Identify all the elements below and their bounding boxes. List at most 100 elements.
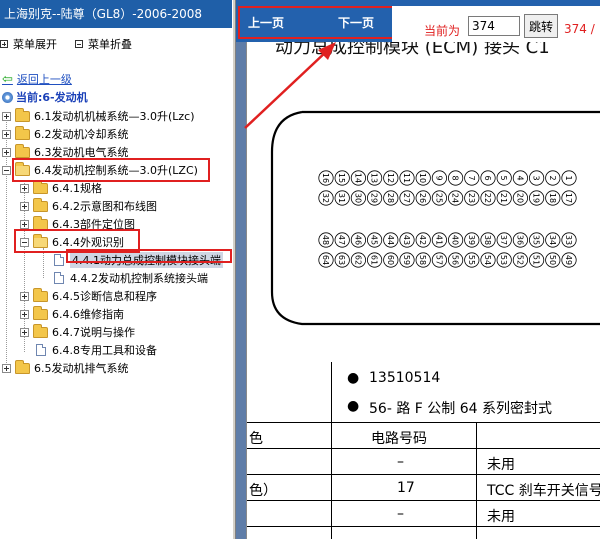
connector-description: 56- 路 F 公制 64 系列密封式 [369, 401, 552, 417]
expand-node-icon[interactable] [2, 111, 11, 121]
tree-item-4-4-2[interactable]: 4.4.2发动机控制系统接头端 [54, 269, 208, 287]
tree-item-label: 6.4.7说明与操作 [52, 326, 135, 339]
connector-pin-label: 38 [483, 235, 492, 245]
folder-icon [15, 359, 30, 374]
connector-pin-label: 47 [337, 235, 346, 245]
connector-pin-label: 52 [515, 255, 524, 265]
page-jump-panel: 当前为 跳转 374 / [392, 6, 600, 42]
page-toolbar: 上一页 下一页 当前为 跳转 374 / [236, 0, 600, 42]
connector-pin-label: 55 [467, 255, 476, 265]
expand-node-icon[interactable] [20, 309, 29, 319]
table-hline [247, 474, 600, 475]
connector-outline [270, 110, 600, 326]
tree-item-label: 6.4.1规格 [52, 182, 102, 195]
connector-pin-label: 43 [402, 235, 411, 245]
next-page-button[interactable]: 下一页 [338, 14, 374, 31]
connector-pin-label: 26 [418, 193, 427, 203]
folder-icon [33, 215, 48, 230]
header-circuit: 电路号码 [371, 431, 427, 447]
connector-pin-label: 41 [434, 235, 443, 245]
connector-pin-label: 36 [515, 235, 524, 245]
expand-node-icon[interactable] [20, 327, 29, 337]
document-page: 动力总成控制模块 (ECM) 接头 C1 16 15 14 13 12 11 10 9 8 7 6 5… [246, 42, 600, 539]
connector-pin-label: 56 [451, 255, 460, 265]
document-icon [54, 254, 64, 266]
tree-item-6-4-5[interactable]: 6.4.5诊断信息和程序 [20, 287, 157, 305]
current-location-label: 当前:6-发动机 [16, 91, 88, 104]
tree-item-6-5[interactable]: 6.5发动机排气系统 [2, 359, 129, 377]
connector-pin-label: 3 [532, 175, 541, 180]
connector-pin-label: 37 [499, 235, 508, 245]
header-color: 色 [249, 431, 263, 447]
tree-item-label: 6.5发动机排气系统 [34, 362, 129, 375]
folder-icon [15, 143, 30, 158]
tree-item-label: 4.4.2发动机控制系统接头端 [70, 272, 208, 285]
connector-pin-label: 4 [515, 175, 524, 180]
folder-icon [33, 287, 48, 302]
expand-node-icon[interactable] [20, 291, 29, 301]
connector-pin-label: 58 [418, 255, 427, 265]
tree-item-6-2[interactable]: 6.2发动机冷却系统 [2, 125, 129, 143]
current-page-label: 当前为 [424, 24, 461, 38]
table-vline [476, 422, 477, 539]
expand-menu-button[interactable]: 菜单展开 [0, 36, 57, 52]
page-number-input[interactable] [468, 16, 520, 36]
back-link-label: 返回上一级 [16, 73, 72, 86]
folder-icon [33, 179, 48, 194]
expand-node-icon[interactable] [2, 147, 11, 157]
pin-group: 16 15 14 13 12 11 10 9 8 7 6 5 4 3 2 132 31 30 29 28 27 26 25 2… [318, 170, 577, 268]
expand-node-icon[interactable] [20, 183, 29, 193]
part-number: 13510514 [369, 370, 441, 386]
connector-pin-label: 57 [434, 255, 443, 265]
highlight-box-6-4 [12, 158, 210, 182]
connector-pin-label: 64 [321, 255, 330, 265]
table-vline [331, 362, 332, 539]
connector-diagram: 16 15 14 13 12 11 10 9 8 7 6 5 4 3 2 132 31 30 29 28 27 26 25 2… [270, 110, 600, 326]
connector-pin-label: 22 [483, 193, 492, 203]
tree-item-label: 6.4.2示意图和布线图 [52, 200, 157, 213]
tree-item-6-1[interactable]: 6.1发动机机械系统—3.0升(Lzc) [2, 107, 195, 125]
back-arrow-icon: ⇦ [2, 71, 13, 87]
connector-pin-label: 6 [483, 175, 492, 180]
document-icon [54, 272, 64, 284]
table-hline [247, 500, 600, 501]
expand-node-icon[interactable] [2, 129, 11, 139]
disc-icon [2, 91, 13, 103]
connector-pin-label: 62 [353, 255, 362, 265]
expand-node-icon[interactable] [20, 219, 29, 229]
bullet-dot: ● [347, 370, 360, 386]
connector-pin-label: 10 [418, 173, 427, 183]
tree-item-6-4-6[interactable]: 6.4.6维修指南 [20, 305, 124, 323]
connector-pin-label: 50 [548, 255, 557, 265]
document-icon [36, 344, 46, 356]
prev-page-button[interactable]: 上一页 [248, 14, 284, 31]
connector-pin-label: 14 [353, 173, 362, 183]
connector-pin-label: 21 [499, 193, 508, 203]
current-location: 当前:6-发动机 [2, 89, 88, 105]
collapse-menu-button[interactable]: 菜单折叠 [75, 36, 132, 52]
folder-icon [33, 323, 48, 338]
connector-pin-label: 61 [370, 255, 379, 265]
table-hline [247, 526, 600, 527]
connector-pin-label: 51 [532, 255, 541, 265]
folder-icon [15, 125, 30, 140]
connector-pin-label: 18 [548, 193, 557, 203]
expand-node-icon[interactable] [20, 201, 29, 211]
collapse-node-icon[interactable] [2, 165, 11, 175]
tree-item-6-4-7[interactable]: 6.4.7说明与操作 [20, 323, 135, 341]
connector-pin-label: 25 [434, 193, 443, 203]
connector-pin-label: 42 [418, 235, 427, 245]
bullet-dot: ● [347, 398, 360, 414]
tree-item-6-4-8[interactable]: 6.4.8专用工具和设备 [36, 341, 157, 359]
connector-pin-label: 30 [353, 193, 362, 203]
connector-pin-label: 1 [564, 175, 573, 180]
back-link[interactable]: ⇦ 返回上一级 [2, 71, 72, 87]
connector-pin-label: 31 [337, 193, 346, 203]
expand-node-icon[interactable] [2, 363, 11, 373]
jump-button[interactable]: 跳转 [524, 14, 558, 38]
connector-pin-label: 33 [564, 235, 573, 245]
tree-item-6-4-2[interactable]: 6.4.2示意图和布线图 [20, 197, 157, 215]
highlight-box-4-4-1 [66, 249, 232, 263]
connector-pin-label: 27 [402, 193, 411, 203]
table-cell: TCC 刹车开关信号 [487, 483, 600, 499]
